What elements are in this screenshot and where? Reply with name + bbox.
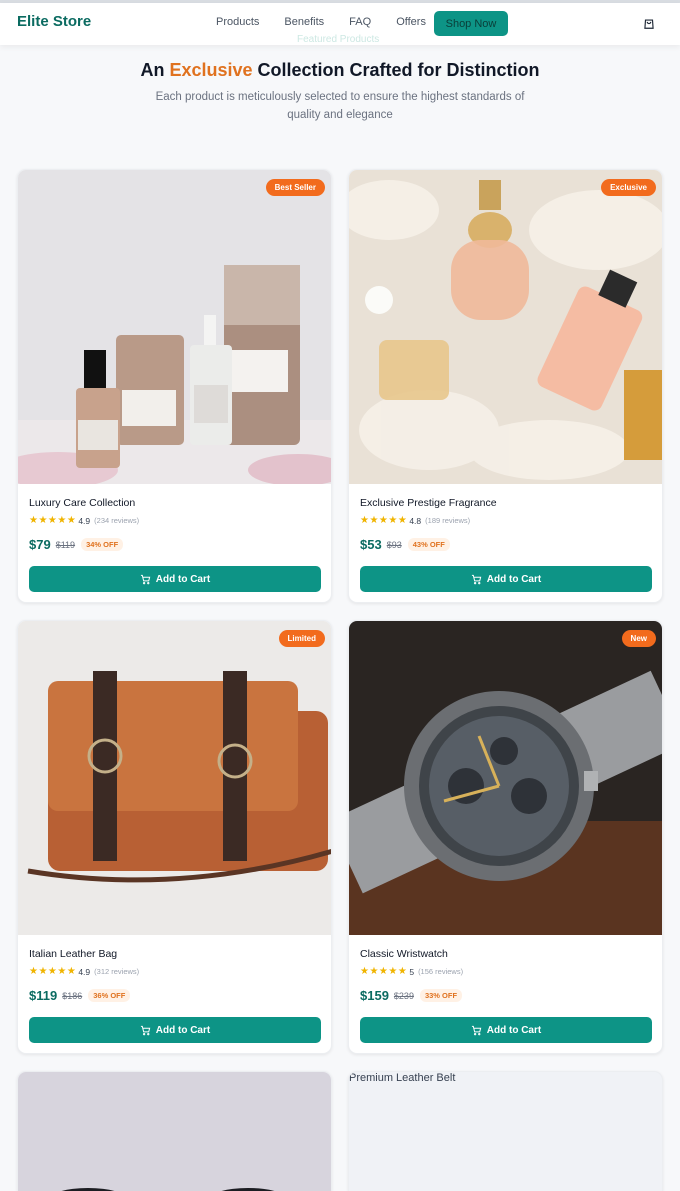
discount-badge: 33% OFF	[419, 989, 463, 1002]
broken-image[interactable]: Premium Leather Belt	[349, 1072, 455, 1084]
shop-now-button[interactable]: Shop Now	[434, 11, 508, 36]
rating-value: 5	[409, 966, 415, 977]
current-price: $79	[29, 537, 51, 552]
add-to-cart-button[interactable]: Add to Cart	[29, 566, 321, 592]
price-row: $79 $119 34% OFF	[29, 537, 124, 552]
original-price: $186	[62, 990, 83, 1001]
nav-faq[interactable]: FAQ	[349, 16, 371, 28]
cart-icon	[140, 574, 151, 584]
add-to-cart-button[interactable]: Add to Cart	[360, 566, 652, 592]
product-name[interactable]: Classic Wristwatch	[360, 948, 448, 960]
add-to-cart-label: Add to Cart	[486, 573, 542, 585]
product-rating: ★★★★★ 5 (156 reviews)	[360, 966, 463, 977]
cart-icon	[471, 574, 482, 584]
review-count: (234 reviews)	[94, 516, 140, 525]
brand-logo[interactable]: Elite Store	[17, 13, 91, 30]
price-row: $119 $186 36% OFF	[29, 988, 131, 1003]
discount-badge: 36% OFF	[88, 989, 131, 1002]
original-price: $93	[386, 539, 402, 550]
add-to-cart-label: Add to Cart	[155, 573, 211, 585]
original-price: $119	[55, 539, 76, 550]
review-count: (189 reviews)	[425, 516, 471, 525]
page-title: An Exclusive Collection Crafted for Dist…	[140, 60, 540, 80]
product-image[interactable]: Exclusive	[349, 170, 662, 484]
product-name[interactable]: Luxury Care Collection	[29, 497, 135, 509]
image-alt-text: Premium Leather Belt	[349, 1072, 456, 1084]
product-image[interactable]: Best Seller	[18, 170, 331, 484]
section-label: Featured Products	[297, 34, 380, 45]
main-nav: Products Benefits FAQ Offers	[216, 16, 451, 28]
product-card: Premium Leather Belt	[348, 1071, 663, 1191]
current-price: $53	[360, 537, 382, 552]
product-card: Best Seller Luxury Care Collection ★★★★★…	[17, 169, 332, 603]
star-icon: ★★★★★	[29, 966, 77, 977]
cart-icon	[471, 1025, 482, 1035]
current-price: $159	[360, 988, 389, 1003]
star-icon: ★★★★★	[360, 966, 408, 977]
star-icon: ★★★★★	[29, 515, 77, 526]
star-icon: ★★★★★	[360, 515, 408, 526]
review-count: (156 reviews)	[418, 967, 464, 976]
product-badge: Limited	[278, 630, 325, 647]
original-price: $239	[393, 990, 414, 1001]
product-image[interactable]	[18, 1072, 331, 1191]
review-count: (312 reviews)	[94, 967, 140, 976]
product-rating: ★★★★★ 4.8 (189 reviews)	[360, 515, 470, 526]
product-card: Limited Italian Leather Bag ★★★★★ 4.9 (3…	[17, 620, 332, 1054]
product-badge: New	[621, 630, 656, 647]
nav-offers[interactable]: Offers	[396, 16, 426, 28]
product-badge: Exclusive	[601, 179, 656, 196]
nav-products[interactable]: Products	[216, 16, 259, 28]
product-rating: ★★★★★ 4.9 (312 reviews)	[29, 966, 139, 977]
price-row: $159 $239 33% OFF	[360, 988, 463, 1003]
discount-badge: 34% OFF	[81, 538, 124, 551]
rating-value: 4.9	[78, 515, 91, 526]
product-card	[17, 1071, 332, 1191]
current-price: $119	[29, 988, 58, 1003]
product-image[interactable]: Limited	[18, 621, 331, 935]
shopping-bag-icon[interactable]	[642, 16, 656, 30]
page-subtitle: Each product is meticulously selected to…	[155, 91, 525, 121]
add-to-cart-label: Add to Cart	[155, 1024, 211, 1036]
nav-benefits[interactable]: Benefits	[284, 16, 324, 28]
product-image[interactable]: New	[349, 621, 662, 935]
product-card: New Classic Wristwatch ★★★★★ 5 (156 revi…	[348, 620, 663, 1054]
product-name[interactable]: Exclusive Prestige Fragrance	[360, 497, 497, 509]
rating-value: 4.8	[409, 515, 422, 526]
add-to-cart-button[interactable]: Add to Cart	[29, 1017, 321, 1043]
rating-value: 4.9	[78, 966, 91, 977]
product-badge: Best Seller	[265, 179, 325, 196]
product-name[interactable]: Italian Leather Bag	[29, 948, 117, 960]
add-to-cart-button[interactable]: Add to Cart	[360, 1017, 652, 1043]
product-rating: ★★★★★ 4.9 (234 reviews)	[29, 515, 139, 526]
add-to-cart-label: Add to Cart	[486, 1024, 542, 1036]
product-card: Exclusive Exclusive Prestige Fragrance ★…	[348, 169, 663, 603]
price-row: $53 $93 43% OFF	[360, 537, 450, 552]
cart-icon	[140, 1025, 151, 1035]
discount-badge: 43% OFF	[407, 538, 450, 551]
